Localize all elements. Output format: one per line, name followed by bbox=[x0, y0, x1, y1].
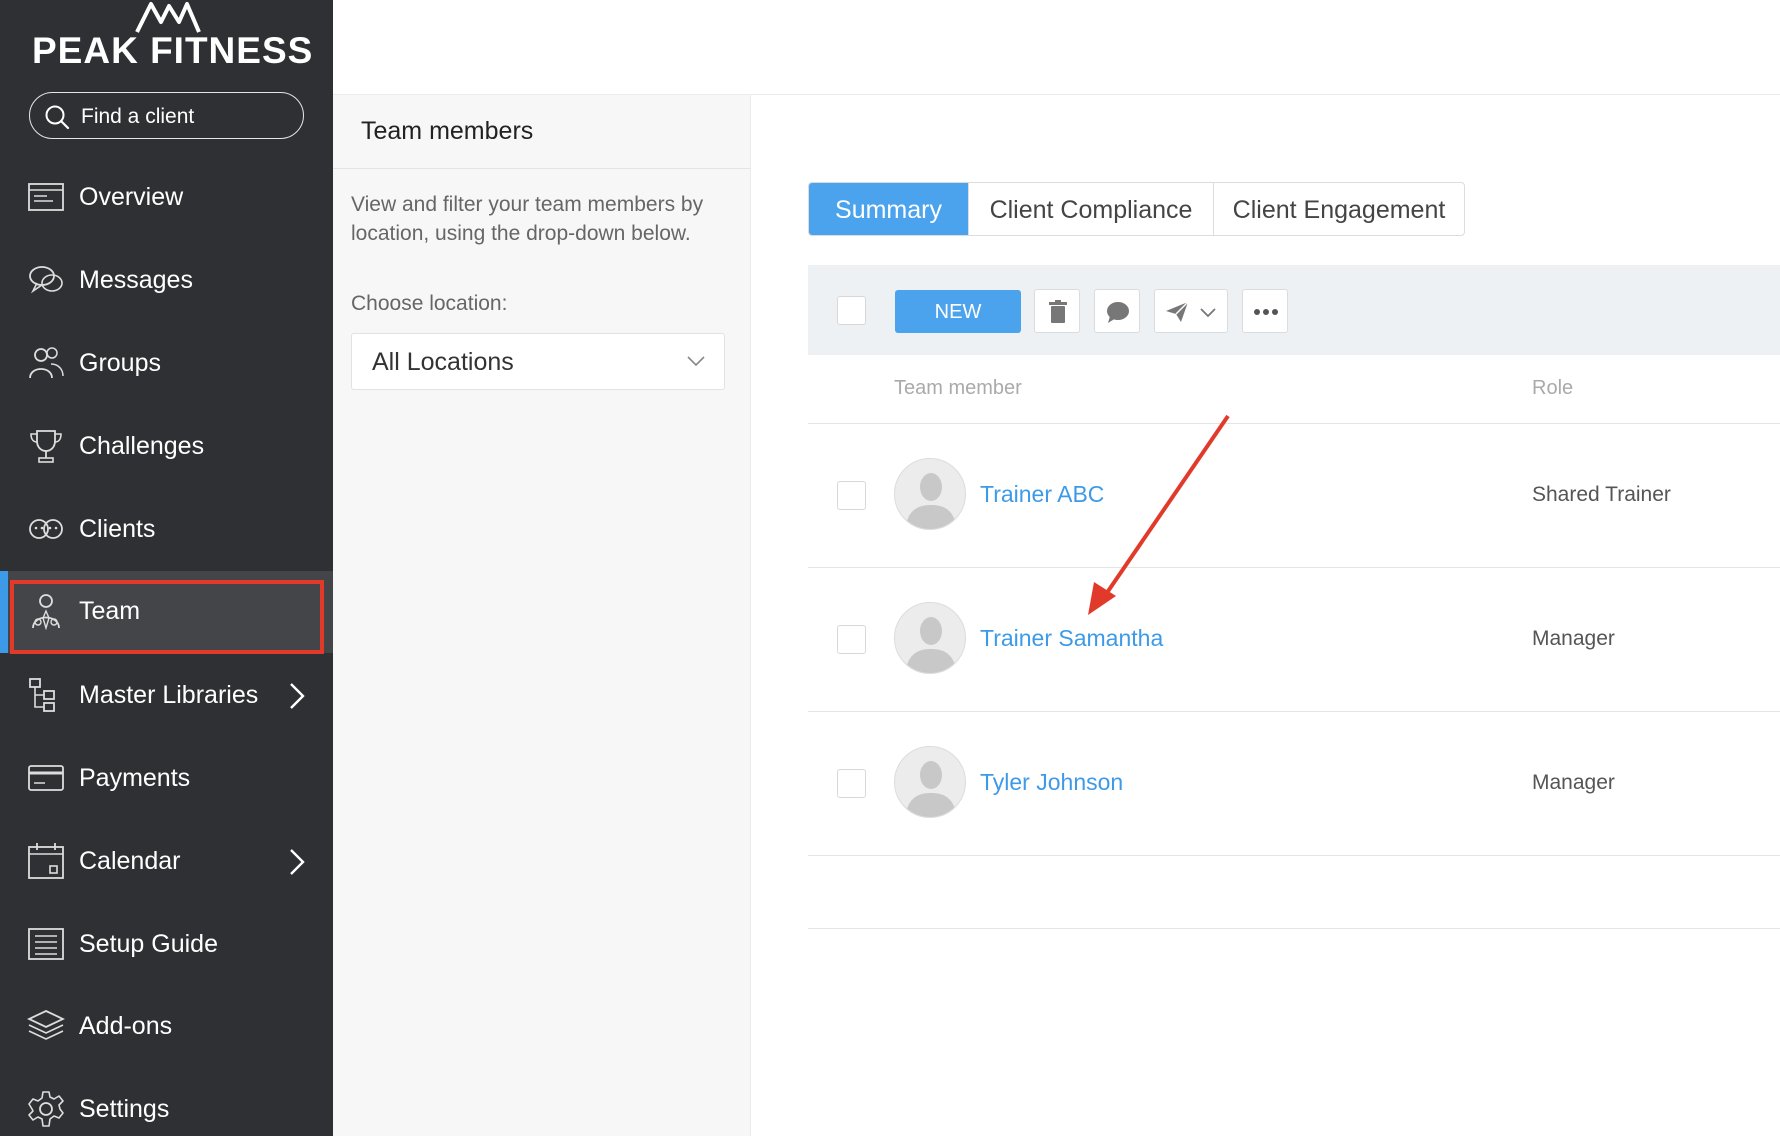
chevron-down-icon bbox=[1200, 308, 1216, 318]
overview-icon bbox=[28, 183, 64, 211]
sidebar-item-setup-guide[interactable]: Setup Guide bbox=[0, 904, 333, 984]
sidebar-item-groups[interactable]: Groups bbox=[0, 323, 333, 403]
row-divider bbox=[808, 855, 1780, 856]
active-indicator bbox=[0, 571, 8, 653]
location-selected-value: All Locations bbox=[372, 348, 514, 376]
setup-guide-icon bbox=[28, 928, 64, 960]
user-placeholder-icon bbox=[905, 473, 957, 529]
brand-logo[interactable]: PEAK FITNESS bbox=[0, 0, 333, 80]
sidebar-item-overview[interactable]: Overview bbox=[0, 157, 333, 237]
user-placeholder-icon bbox=[905, 761, 957, 817]
row-checkbox[interactable] bbox=[837, 625, 866, 654]
user-placeholder-icon bbox=[905, 617, 957, 673]
sidebar-item-challenges[interactable]: Challenges bbox=[0, 406, 333, 486]
messages-icon bbox=[29, 266, 63, 294]
message-button[interactable] bbox=[1094, 289, 1140, 333]
sidebar-item-add-ons[interactable]: Add-ons bbox=[0, 986, 333, 1066]
trash-icon bbox=[1049, 300, 1067, 323]
sidebar-item-label: Overview bbox=[79, 183, 184, 211]
column-header-role[interactable]: Role bbox=[1532, 377, 1573, 400]
view-tabs: Summary Client Compliance Client Engagem… bbox=[808, 182, 1465, 236]
choose-location-label: Choose location: bbox=[351, 292, 508, 315]
row-divider bbox=[808, 567, 1780, 568]
trophy-icon bbox=[30, 430, 62, 463]
search-icon bbox=[45, 105, 70, 130]
chat-icon bbox=[1107, 302, 1129, 323]
member-role: Shared Trainer bbox=[1532, 483, 1671, 506]
avatar bbox=[894, 746, 966, 818]
libraries-icon bbox=[29, 678, 55, 712]
gear-icon bbox=[28, 1091, 64, 1127]
mountain-logo-icon bbox=[135, 2, 201, 33]
tab-summary[interactable]: Summary bbox=[809, 183, 968, 235]
delete-button[interactable] bbox=[1034, 289, 1080, 333]
chevron-down-icon bbox=[687, 356, 705, 367]
find-client-search[interactable]: Find a client bbox=[29, 92, 304, 139]
chevron-right-icon[interactable] bbox=[287, 681, 307, 711]
row-divider bbox=[808, 928, 1780, 929]
team-highlight-annotation bbox=[10, 580, 324, 654]
sidebar-item-label: Settings bbox=[79, 1095, 170, 1123]
row-checkbox[interactable] bbox=[837, 481, 866, 510]
filter-panel: Team members View and filter your team m… bbox=[333, 95, 751, 1136]
clients-icon bbox=[29, 519, 63, 539]
member-role: Manager bbox=[1532, 627, 1615, 650]
member-name-link[interactable]: Trainer Samantha bbox=[980, 625, 1163, 652]
sidebar: PEAK FITNESS Find a client Overview Mess… bbox=[0, 0, 333, 1136]
send-icon bbox=[1166, 301, 1189, 322]
sidebar-item-master-libraries[interactable]: Master Libraries bbox=[0, 655, 333, 735]
row-divider bbox=[808, 423, 1780, 424]
row-checkbox[interactable] bbox=[837, 769, 866, 798]
sidebar-item-calendar[interactable]: Calendar bbox=[0, 821, 333, 901]
brand-name: PEAK FITNESS bbox=[32, 30, 314, 71]
member-name-link[interactable]: Tyler Johnson bbox=[980, 769, 1123, 796]
top-header bbox=[333, 0, 1780, 95]
calendar-icon bbox=[28, 843, 64, 879]
more-actions-button[interactable] bbox=[1242, 289, 1288, 333]
sidebar-item-label: Groups bbox=[79, 349, 161, 377]
column-header-team-member[interactable]: Team member bbox=[894, 377, 1022, 400]
sidebar-item-payments[interactable]: Payments bbox=[0, 738, 333, 818]
panel-title: Team members bbox=[361, 117, 534, 145]
send-dropdown-button[interactable] bbox=[1154, 289, 1228, 333]
sidebar-item-label: Master Libraries bbox=[79, 681, 259, 709]
annotation-arrow-icon bbox=[1088, 414, 1230, 615]
table-toolbar: NEW bbox=[808, 265, 1780, 355]
tab-client-compliance[interactable]: Client Compliance bbox=[968, 183, 1213, 235]
avatar bbox=[894, 602, 966, 674]
location-select[interactable]: All Locations bbox=[351, 333, 725, 390]
member-role: Manager bbox=[1532, 771, 1615, 794]
sidebar-item-label: Challenges bbox=[79, 432, 205, 460]
sidebar-item-label: Payments bbox=[79, 764, 191, 792]
search-placeholder: Find a client bbox=[81, 105, 195, 128]
sidebar-item-settings[interactable]: Settings bbox=[0, 1069, 333, 1136]
more-icon bbox=[1254, 309, 1278, 315]
panel-description: View and filter your team members by loc… bbox=[351, 193, 704, 245]
panel-header: Team members bbox=[333, 95, 751, 169]
new-button[interactable]: NEW bbox=[895, 290, 1021, 333]
addons-icon bbox=[27, 1010, 65, 1040]
sidebar-item-label: Calendar bbox=[79, 847, 181, 875]
row-divider bbox=[808, 711, 1780, 712]
chevron-right-icon[interactable] bbox=[287, 847, 307, 877]
tab-client-engagement[interactable]: Client Engagement bbox=[1213, 183, 1464, 235]
sidebar-item-label: Add-ons bbox=[79, 1012, 173, 1040]
groups-icon bbox=[29, 347, 64, 379]
avatar bbox=[894, 458, 966, 530]
sidebar-item-label: Messages bbox=[79, 266, 193, 294]
sidebar-item-label: Clients bbox=[79, 515, 156, 543]
payments-icon bbox=[28, 765, 64, 791]
select-all-checkbox[interactable] bbox=[837, 296, 866, 325]
sidebar-item-messages[interactable]: Messages bbox=[0, 240, 333, 320]
sidebar-item-clients[interactable]: Clients bbox=[0, 489, 333, 569]
sidebar-item-label: Setup Guide bbox=[79, 930, 218, 958]
